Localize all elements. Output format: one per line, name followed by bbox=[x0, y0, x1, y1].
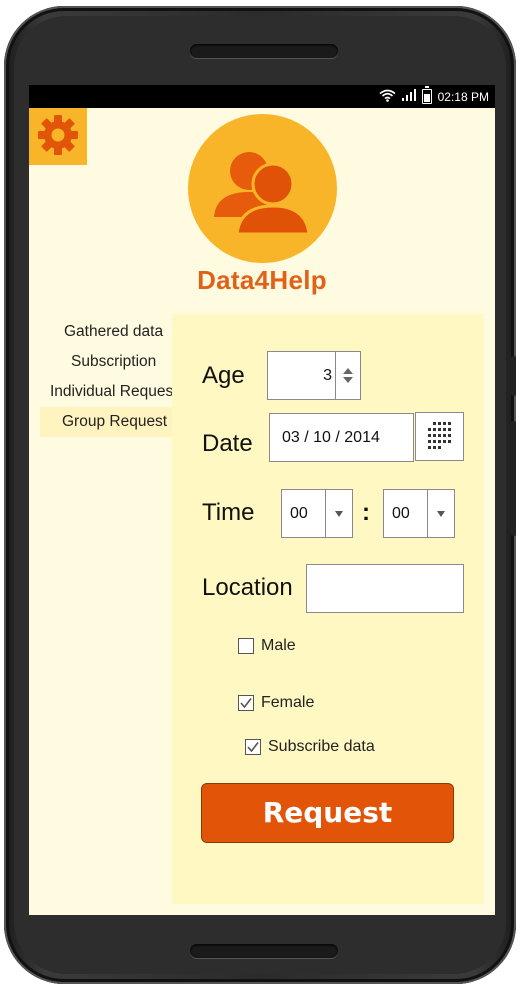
chevron-up-icon[interactable] bbox=[343, 368, 353, 374]
subscribe-checkbox-row[interactable]: Subscribe data bbox=[245, 738, 375, 756]
group-request-form: Age 3 Date 03 / 10 / 2014 Time 00: 00 L… bbox=[172, 314, 484, 904]
bottom-speaker bbox=[190, 944, 338, 958]
status-bar: 02:18 PM bbox=[29, 85, 495, 108]
date-input[interactable]: 03 / 10 / 2014 bbox=[269, 413, 414, 462]
signal-icon bbox=[401, 89, 416, 104]
male-checkbox[interactable] bbox=[238, 638, 254, 654]
minute-dropdown-arrow[interactable] bbox=[427, 490, 454, 537]
male-checkbox-row[interactable]: Male bbox=[238, 637, 296, 655]
sidebar-item-group-request[interactable]: Group Request bbox=[40, 407, 172, 437]
status-icons: 02:18 PM bbox=[379, 85, 489, 108]
sidebar-item-individual-request[interactable]: Individual Request bbox=[29, 377, 172, 407]
checkmark-icon bbox=[240, 698, 252, 709]
calendar-picker-button[interactable] bbox=[415, 412, 464, 461]
time-label: Time bbox=[202, 499, 255, 526]
hour-select[interactable]: 00 bbox=[281, 489, 353, 538]
date-label: Date bbox=[202, 430, 253, 457]
sidebar-item-gathered-data[interactable]: Gathered data bbox=[29, 317, 172, 347]
calendar-icon bbox=[426, 421, 454, 453]
time-separator: : bbox=[362, 499, 370, 526]
minute-value: 00 bbox=[392, 505, 410, 522]
top-speaker bbox=[190, 44, 338, 58]
settings-button[interactable] bbox=[29, 108, 87, 165]
minute-select[interactable]: 00 bbox=[383, 489, 455, 538]
request-button[interactable]: Request bbox=[201, 783, 454, 843]
app-screen: 02:18 PM Data4Help Gathered data Subscri… bbox=[29, 85, 495, 915]
subscribe-checkbox[interactable] bbox=[245, 739, 261, 755]
female-checkbox[interactable] bbox=[238, 695, 254, 711]
location-input[interactable] bbox=[306, 564, 464, 613]
date-value: 03 / 10 / 2014 bbox=[282, 429, 380, 446]
sidebar-menu: Gathered data Subscription Individual Re… bbox=[29, 317, 172, 437]
female-checkbox-row[interactable]: Female bbox=[238, 694, 314, 712]
volume-button[interactable] bbox=[511, 421, 516, 536]
subscribe-label: Subscribe data bbox=[268, 738, 375, 755]
chevron-down-icon bbox=[335, 510, 343, 517]
age-value: 3 bbox=[323, 367, 332, 384]
gear-icon bbox=[36, 113, 80, 161]
chevron-down-icon bbox=[437, 510, 445, 517]
checkmark-icon bbox=[247, 742, 259, 753]
age-label: Age bbox=[202, 362, 245, 389]
location-label: Location bbox=[202, 574, 293, 601]
male-label: Male bbox=[261, 637, 296, 654]
age-spin-buttons[interactable] bbox=[335, 352, 360, 399]
hour-value: 00 bbox=[290, 505, 308, 522]
chevron-down-icon[interactable] bbox=[343, 377, 353, 383]
battery-icon bbox=[421, 86, 432, 104]
age-stepper[interactable]: 3 bbox=[267, 351, 361, 400]
power-button[interactable] bbox=[511, 356, 516, 396]
app-logo bbox=[188, 114, 337, 263]
status-time: 02:18 PM bbox=[437, 89, 489, 104]
wifi-icon bbox=[379, 89, 396, 105]
hour-dropdown-arrow[interactable] bbox=[325, 490, 352, 537]
sidebar-item-subscription[interactable]: Subscription bbox=[29, 347, 172, 377]
app-title: Data4Help bbox=[197, 265, 327, 295]
female-label: Female bbox=[261, 694, 315, 711]
